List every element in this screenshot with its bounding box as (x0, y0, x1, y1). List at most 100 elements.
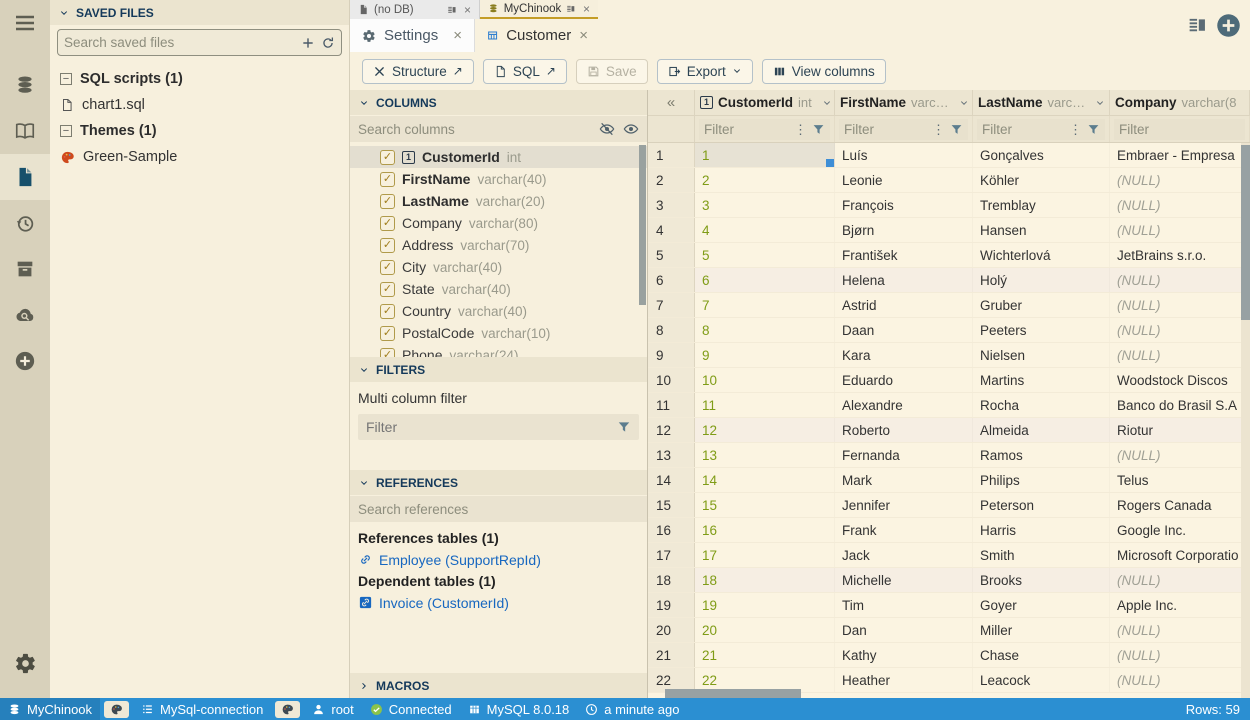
column-item-firstname[interactable]: ✓FirstNamevarchar(40) (350, 168, 647, 190)
grid-cell[interactable]: Rogers Canada (1110, 493, 1250, 517)
tab-customer[interactable]: Customer × (475, 19, 600, 52)
row-number[interactable]: 2 (648, 168, 695, 192)
grid-filter-input[interactable] (1119, 122, 1240, 137)
column-item-postalcode[interactable]: ✓PostalCodevarchar(10) (350, 322, 647, 344)
row-number[interactable]: 9 (648, 343, 695, 367)
column-checkbox[interactable]: ✓ (380, 216, 395, 231)
grid-cell[interactable]: Wichterlová (973, 243, 1110, 267)
macros-section-header[interactable]: MACROS (350, 673, 647, 698)
columns-section-header[interactable]: COLUMNS (350, 90, 647, 115)
grid-cell[interactable]: Astrid (835, 293, 973, 317)
export-button[interactable]: Export (657, 59, 753, 84)
grid-cell[interactable]: Fernanda (835, 443, 973, 467)
grid-cell[interactable]: (NULL) (1110, 168, 1250, 192)
grid-cell[interactable]: 6 (695, 268, 835, 292)
file-item-green-sample[interactable]: Green-Sample (50, 144, 349, 170)
grid-cell[interactable]: Michelle (835, 568, 973, 592)
grid-column-header-firstname[interactable]: FirstNamevarc… (835, 90, 973, 115)
grid-cell[interactable]: 2 (695, 168, 835, 192)
grid-cell[interactable]: Heather (835, 668, 973, 692)
grid-cell[interactable]: 7 (695, 293, 835, 317)
grid-cell[interactable]: Goyer (973, 593, 1110, 617)
row-number[interactable]: 3 (648, 193, 695, 217)
column-checkbox[interactable]: ✓ (380, 172, 395, 187)
grid-cell[interactable]: Apple Inc. (1110, 593, 1250, 617)
column-menu-icon[interactable] (959, 98, 969, 108)
row-number[interactable]: 12 (648, 418, 695, 442)
funnel-icon[interactable] (1087, 123, 1100, 136)
rail-item-files[interactable] (0, 154, 50, 200)
grid-cell[interactable]: 17 (695, 543, 835, 567)
grid-cell[interactable]: 19 (695, 593, 835, 617)
column-menu-icon[interactable] (1095, 98, 1105, 108)
grid-cell[interactable]: Kathy (835, 643, 973, 667)
rail-item-archive[interactable] (0, 246, 50, 292)
grid-cell[interactable]: (NULL) (1110, 443, 1250, 467)
connection-color-badge[interactable] (275, 701, 300, 718)
grid-cell[interactable]: (NULL) (1110, 618, 1250, 642)
grid-cell[interactable]: Ramos (973, 443, 1110, 467)
grid-cell[interactable]: Alexandre (835, 393, 973, 417)
rail-item-cloud-search[interactable] (0, 292, 50, 338)
rail-item-settings[interactable] (0, 640, 50, 686)
file-group-themes-1[interactable]: −Themes (1) (50, 118, 349, 144)
column-checkbox[interactable]: ✓ (380, 348, 395, 358)
grid-cell[interactable]: 15 (695, 493, 835, 517)
row-number[interactable]: 18 (648, 568, 695, 592)
column-checkbox[interactable]: ✓ (380, 326, 395, 341)
column-checkbox[interactable]: ✓ (380, 194, 395, 209)
grid-cell[interactable]: 20 (695, 618, 835, 642)
grid-cell[interactable]: 9 (695, 343, 835, 367)
row-number[interactable]: 14 (648, 468, 695, 492)
grid-cell[interactable]: Embraer - Empresa (1110, 143, 1250, 167)
funnel-icon[interactable] (812, 123, 825, 136)
row-number[interactable]: 21 (648, 643, 695, 667)
grid-cell[interactable]: 13 (695, 443, 835, 467)
grid-cell[interactable]: 4 (695, 218, 835, 242)
filter-menu-icon[interactable]: ⋮ (794, 122, 807, 138)
tab-settings[interactable]: Settings × (350, 19, 475, 52)
collapse-box-icon[interactable]: − (60, 73, 72, 85)
row-number[interactable]: 13 (648, 443, 695, 467)
grid-cell[interactable]: Jennifer (835, 493, 973, 517)
add-file-icon[interactable] (301, 36, 315, 50)
grid-cell[interactable]: 16 (695, 518, 835, 542)
grid-cell[interactable]: Microsoft Corporatio (1110, 543, 1250, 567)
grid-cell[interactable]: Hansen (973, 218, 1110, 242)
column-item-city[interactable]: ✓Cityvarchar(40) (350, 256, 647, 278)
close-tab-group-icon[interactable]: × (583, 2, 590, 16)
row-number[interactable]: 17 (648, 543, 695, 567)
grid-cell[interactable]: Nielsen (973, 343, 1110, 367)
grid-cell[interactable]: (NULL) (1110, 643, 1250, 667)
grid-cell[interactable]: 5 (695, 243, 835, 267)
structure-button[interactable]: Structure↗ (362, 59, 474, 84)
row-number[interactable]: 7 (648, 293, 695, 317)
grid-cell[interactable]: Philips (973, 468, 1110, 492)
grid-cell[interactable]: 8 (695, 318, 835, 342)
grid-cell[interactable]: Tim (835, 593, 973, 617)
grid-cell[interactable]: Leacock (973, 668, 1110, 692)
file-item-chart1-sql[interactable]: chart1.sql (50, 92, 349, 118)
references-section-header[interactable]: REFERENCES (350, 470, 647, 495)
grid-cell[interactable]: Harris (973, 518, 1110, 542)
grid-cell[interactable]: Peterson (973, 493, 1110, 517)
vertical-scrollbar-thumb[interactable] (1241, 145, 1250, 320)
funnel-icon[interactable] (950, 123, 963, 136)
rail-item-history[interactable] (0, 200, 50, 246)
filter-menu-icon[interactable]: ⋮ (1069, 122, 1082, 138)
column-checkbox[interactable]: ✓ (380, 282, 395, 297)
collapse-box-icon[interactable]: − (60, 125, 72, 137)
row-number[interactable]: 8 (648, 318, 695, 342)
grid-cell[interactable]: 21 (695, 643, 835, 667)
grid-cell[interactable]: Miller (973, 618, 1110, 642)
grid-cell[interactable]: Tremblay (973, 193, 1110, 217)
grid-cell[interactable]: Kara (835, 343, 973, 367)
row-number[interactable]: 20 (648, 618, 695, 642)
grid-cell[interactable]: (NULL) (1110, 193, 1250, 217)
grid-cell[interactable]: François (835, 193, 973, 217)
close-tab-group-icon[interactable]: × (464, 3, 471, 17)
grid-cell[interactable]: Daan (835, 318, 973, 342)
rail-item-docs[interactable] (0, 108, 50, 154)
vertical-scrollbar[interactable] (1241, 143, 1250, 698)
row-number[interactable]: 6 (648, 268, 695, 292)
